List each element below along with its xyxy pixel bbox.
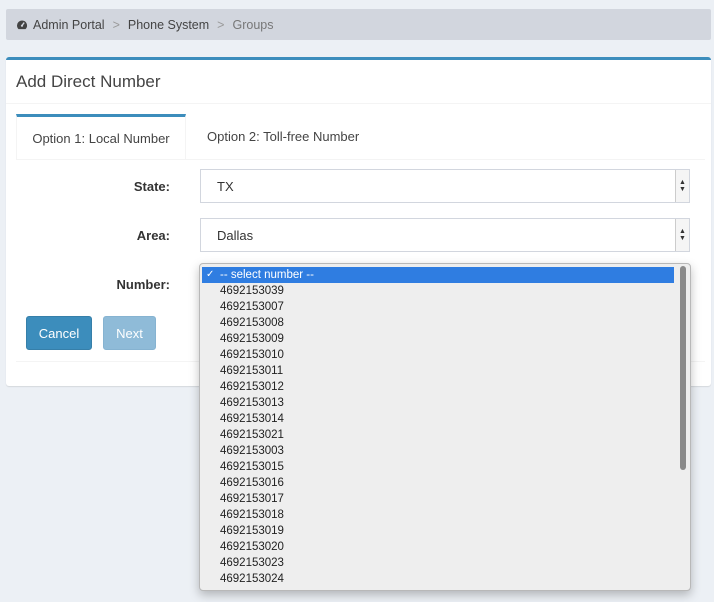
number-option[interactable]: 4692153024 bbox=[200, 571, 676, 587]
number-option[interactable]: 4692153015 bbox=[200, 459, 676, 475]
number-option[interactable]: 4692153010 bbox=[200, 347, 676, 363]
tab-local-number[interactable]: Option 1: Local Number bbox=[16, 114, 186, 159]
breadcrumb-phone-system[interactable]: Phone System bbox=[128, 18, 209, 32]
tab-toll-free-number[interactable]: Option 2: Toll-free Number bbox=[186, 114, 375, 159]
dashboard-icon bbox=[17, 19, 28, 29]
checkmark-icon: ✓ bbox=[206, 269, 215, 280]
number-label: Number: bbox=[116, 277, 170, 292]
number-option[interactable]: 4692153007 bbox=[200, 299, 676, 315]
number-option[interactable]: 4692153011 bbox=[200, 363, 676, 379]
area-row: Area: Dallas ▲ ▼ bbox=[16, 218, 705, 252]
box-title: Add Direct Number bbox=[16, 71, 161, 91]
box-header: Add Direct Number bbox=[6, 60, 711, 104]
number-option[interactable]: 4692153014 bbox=[200, 411, 676, 427]
state-row: State: TX ▲ ▼ bbox=[16, 169, 705, 203]
number-option-label: -- select number -- bbox=[220, 269, 314, 281]
cancel-button[interactable]: Cancel bbox=[26, 316, 92, 350]
number-options: 4692153039 4692153007 4692153008 4692153009… bbox=[200, 283, 690, 587]
select-arrows-icon: ▲ ▼ bbox=[675, 219, 689, 251]
breadcrumb-separator: > bbox=[112, 17, 120, 32]
number-option[interactable]: 4692153018 bbox=[200, 507, 676, 523]
dropdown-scrollbar[interactable] bbox=[678, 266, 688, 588]
number-option[interactable]: 4692153012 bbox=[200, 379, 676, 395]
state-value: TX bbox=[217, 178, 234, 194]
number-option[interactable]: 4692153016 bbox=[200, 475, 676, 491]
tab-bar: Option 1: Local Number Option 2: Toll-fr… bbox=[16, 114, 705, 160]
next-button[interactable]: Next bbox=[103, 316, 156, 350]
area-label: Area: bbox=[136, 228, 170, 243]
number-option-placeholder[interactable]: ✓ -- select number -- bbox=[202, 267, 674, 283]
state-label: State: bbox=[133, 179, 170, 194]
number-option[interactable]: 4692153003 bbox=[200, 443, 676, 459]
breadcrumb: Admin Portal > Phone System > Groups bbox=[6, 9, 711, 40]
area-select[interactable]: Dallas ▲ ▼ bbox=[200, 218, 690, 252]
number-option[interactable]: 4692153019 bbox=[200, 523, 676, 539]
number-option[interactable]: 4692153039 bbox=[200, 283, 676, 299]
number-option[interactable]: 4692153009 bbox=[200, 331, 676, 347]
number-dropdown-list[interactable]: ✓ -- select number -- 4692153039 46921530… bbox=[199, 263, 691, 591]
number-option[interactable]: 4692153021 bbox=[200, 427, 676, 443]
breadcrumb-admin-portal[interactable]: Admin Portal bbox=[33, 18, 105, 32]
number-option[interactable]: 4692153020 bbox=[200, 539, 676, 555]
number-option[interactable]: 4692153013 bbox=[200, 395, 676, 411]
number-option[interactable]: 4692153008 bbox=[200, 315, 676, 331]
number-option[interactable]: 4692153017 bbox=[200, 491, 676, 507]
scrollbar-thumb[interactable] bbox=[680, 266, 686, 470]
select-arrows-icon: ▲ ▼ bbox=[675, 170, 689, 202]
breadcrumb-separator: > bbox=[217, 17, 225, 32]
state-select[interactable]: TX ▲ ▼ bbox=[200, 169, 690, 203]
breadcrumb-groups: Groups bbox=[232, 17, 274, 32]
area-value: Dallas bbox=[217, 227, 254, 243]
number-option[interactable]: 4692153023 bbox=[200, 555, 676, 571]
